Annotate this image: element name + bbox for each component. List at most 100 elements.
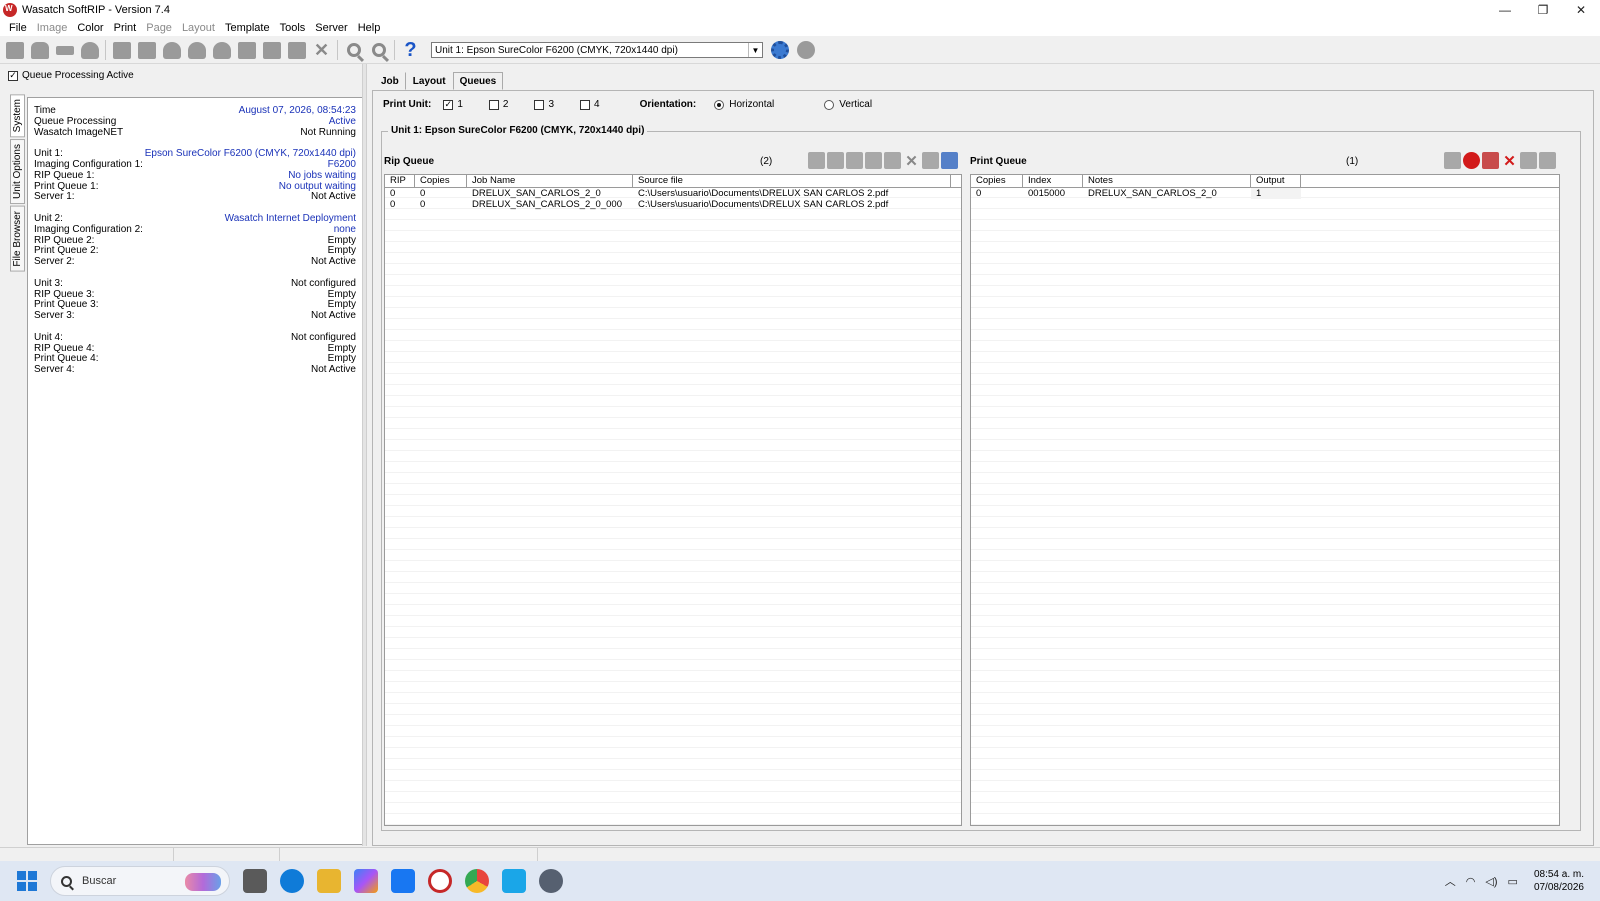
crop-button[interactable] bbox=[234, 38, 259, 62]
menu-print[interactable]: Print bbox=[109, 22, 142, 34]
table-row[interactable]: 0 0 DRELUX_SAN_CARLOS_2_0 C:\Users\usuar… bbox=[385, 188, 961, 199]
menu-page[interactable]: Page bbox=[141, 22, 177, 34]
printer-icon[interactable] bbox=[846, 152, 863, 169]
delete-button[interactable]: ✕ bbox=[309, 38, 334, 62]
queue-down-icon[interactable] bbox=[1482, 152, 1499, 169]
chevron-up-icon[interactable]: ︿ bbox=[1445, 873, 1456, 889]
copy-button[interactable] bbox=[284, 38, 309, 62]
chevron-down-icon[interactable]: ▼ bbox=[748, 43, 762, 57]
hold-icon[interactable] bbox=[865, 152, 882, 169]
bookmark-button[interactable] bbox=[109, 38, 134, 62]
print-unit-option[interactable]: 4 bbox=[580, 99, 600, 110]
page-icon[interactable] bbox=[1539, 152, 1556, 169]
tab-unit-options[interactable]: Unit Options bbox=[10, 139, 25, 205]
taskbar-search[interactable]: Buscar bbox=[50, 866, 230, 896]
edit-icon[interactable] bbox=[922, 152, 939, 169]
stop-icon[interactable] bbox=[1463, 152, 1480, 169]
horizontal-radio[interactable] bbox=[714, 99, 725, 110]
page-button[interactable] bbox=[134, 38, 159, 62]
vertical-radio[interactable] bbox=[824, 99, 835, 110]
printer-icon[interactable] bbox=[1444, 152, 1461, 169]
print-queue-table[interactable]: Copies Index Notes Output 0 0015000 DREL… bbox=[970, 174, 1560, 826]
column-header[interactable]: Copies bbox=[971, 175, 1023, 187]
print-unit-option[interactable]: 2 bbox=[488, 99, 508, 110]
taskbar-clock[interactable]: 08:54 a. m. 07/08/2026 bbox=[1534, 868, 1584, 894]
mirror-button[interactable] bbox=[159, 38, 184, 62]
unit-select[interactable]: Unit 1: Epson SureColor F6200 (CMYK, 720… bbox=[431, 42, 763, 58]
table-row[interactable]: 0 0 DRELUX_SAN_CARLOS_2_0_000 C:\Users\u… bbox=[385, 199, 961, 210]
rip-queue-table[interactable]: RIP Copies Job Name Source file 0 0 DREL… bbox=[384, 174, 962, 826]
column-header[interactable]: Source file bbox=[633, 175, 951, 187]
menu-file[interactable]: File bbox=[4, 22, 32, 34]
minimize-button[interactable]: — bbox=[1486, 0, 1524, 20]
delete-icon[interactable]: ✕ bbox=[903, 152, 920, 170]
maximize-button[interactable]: ❐ bbox=[1524, 0, 1562, 20]
bookmark-icon[interactable] bbox=[884, 152, 901, 169]
folder-icon[interactable] bbox=[808, 152, 825, 169]
queue-processing-toggle[interactable]: ✓ Queue Processing Active bbox=[8, 70, 134, 81]
print-settings-icon[interactable] bbox=[1520, 152, 1537, 169]
wasatch-taskbar-icon[interactable] bbox=[428, 869, 452, 893]
panel-splitter[interactable] bbox=[362, 64, 367, 846]
rotate-button[interactable] bbox=[209, 38, 234, 62]
flip-button[interactable] bbox=[184, 38, 209, 62]
menu-image[interactable]: Image bbox=[32, 22, 73, 34]
wifi-icon[interactable]: ◠ bbox=[1466, 875, 1476, 888]
print-unit-option[interactable]: ✓ 1 bbox=[443, 99, 463, 110]
menu-template[interactable]: Template bbox=[220, 22, 275, 34]
windows-start-icon[interactable] bbox=[17, 871, 37, 891]
file-explorer-icon[interactable] bbox=[317, 869, 341, 893]
print-unit-checkbox[interactable] bbox=[534, 99, 545, 110]
menu-server[interactable]: Server bbox=[310, 22, 352, 34]
column-header[interactable]: Job Name bbox=[467, 175, 633, 187]
stop-circle-icon[interactable] bbox=[797, 41, 815, 59]
tab-layout[interactable]: Layout bbox=[406, 72, 453, 90]
menu-tools[interactable]: Tools bbox=[275, 22, 311, 34]
settings-gear-icon[interactable] bbox=[539, 869, 563, 893]
app-icon[interactable] bbox=[502, 869, 526, 893]
print-unit-checkbox[interactable]: ✓ bbox=[443, 99, 454, 110]
tab-job[interactable]: Job bbox=[374, 72, 406, 90]
volume-icon[interactable]: ◁) bbox=[1485, 875, 1497, 888]
status-bar-cell bbox=[174, 848, 280, 862]
tab-queues[interactable]: Queues bbox=[452, 72, 504, 90]
column-header[interactable]: Copies bbox=[415, 175, 467, 187]
menu-help[interactable]: Help bbox=[353, 22, 386, 34]
settings-icon[interactable] bbox=[941, 152, 958, 169]
task-view-icon[interactable] bbox=[243, 869, 267, 893]
gear-icon[interactable] bbox=[771, 41, 789, 59]
edge-icon[interactable] bbox=[280, 869, 304, 893]
table-row[interactable]: 0 0015000 DRELUX_SAN_CARLOS_2_0 1 bbox=[971, 188, 1559, 199]
column-header[interactable]: RIP bbox=[385, 175, 415, 187]
queue-processing-checkbox[interactable]: ✓ bbox=[8, 70, 18, 81]
orientation-horizontal[interactable]: Horizontal bbox=[714, 99, 774, 110]
open-image-button[interactable] bbox=[27, 38, 52, 62]
print-button[interactable] bbox=[77, 38, 102, 62]
zoom-in-button[interactable] bbox=[341, 38, 366, 62]
column-header[interactable]: Notes bbox=[1083, 175, 1251, 187]
copilot-icon[interactable] bbox=[354, 869, 378, 893]
menu-color[interactable]: Color bbox=[72, 22, 108, 34]
chrome-icon[interactable] bbox=[465, 869, 489, 893]
tab-file-browser[interactable]: File Browser bbox=[10, 206, 25, 272]
open-file-button[interactable] bbox=[2, 38, 27, 62]
delete-icon[interactable]: ✕ bbox=[1501, 152, 1518, 170]
print-unit-checkbox[interactable] bbox=[580, 99, 591, 110]
frame-button[interactable] bbox=[259, 38, 284, 62]
print-unit-option[interactable]: 3 bbox=[534, 99, 554, 110]
print-unit-checkbox[interactable] bbox=[488, 99, 499, 110]
zoom-out-button[interactable] bbox=[366, 38, 391, 62]
scan-button[interactable] bbox=[52, 38, 77, 62]
notification-icon[interactable]: ▭ bbox=[1508, 875, 1518, 888]
column-header[interactable]: Output bbox=[1251, 175, 1301, 187]
column-header[interactable]: Index bbox=[1023, 175, 1083, 187]
store-icon[interactable] bbox=[391, 869, 415, 893]
status-value: Not configured bbox=[290, 331, 356, 343]
help-button[interactable]: ? bbox=[398, 38, 423, 62]
orientation-vertical[interactable]: Vertical bbox=[824, 99, 872, 110]
tab-system[interactable]: System bbox=[10, 94, 25, 138]
scanner-icon[interactable] bbox=[827, 152, 844, 169]
menu-layout[interactable]: Layout bbox=[177, 22, 220, 34]
unit-select-value: Unit 1: Epson SureColor F6200 (CMYK, 720… bbox=[435, 44, 678, 56]
close-button[interactable]: ✕ bbox=[1562, 0, 1600, 20]
